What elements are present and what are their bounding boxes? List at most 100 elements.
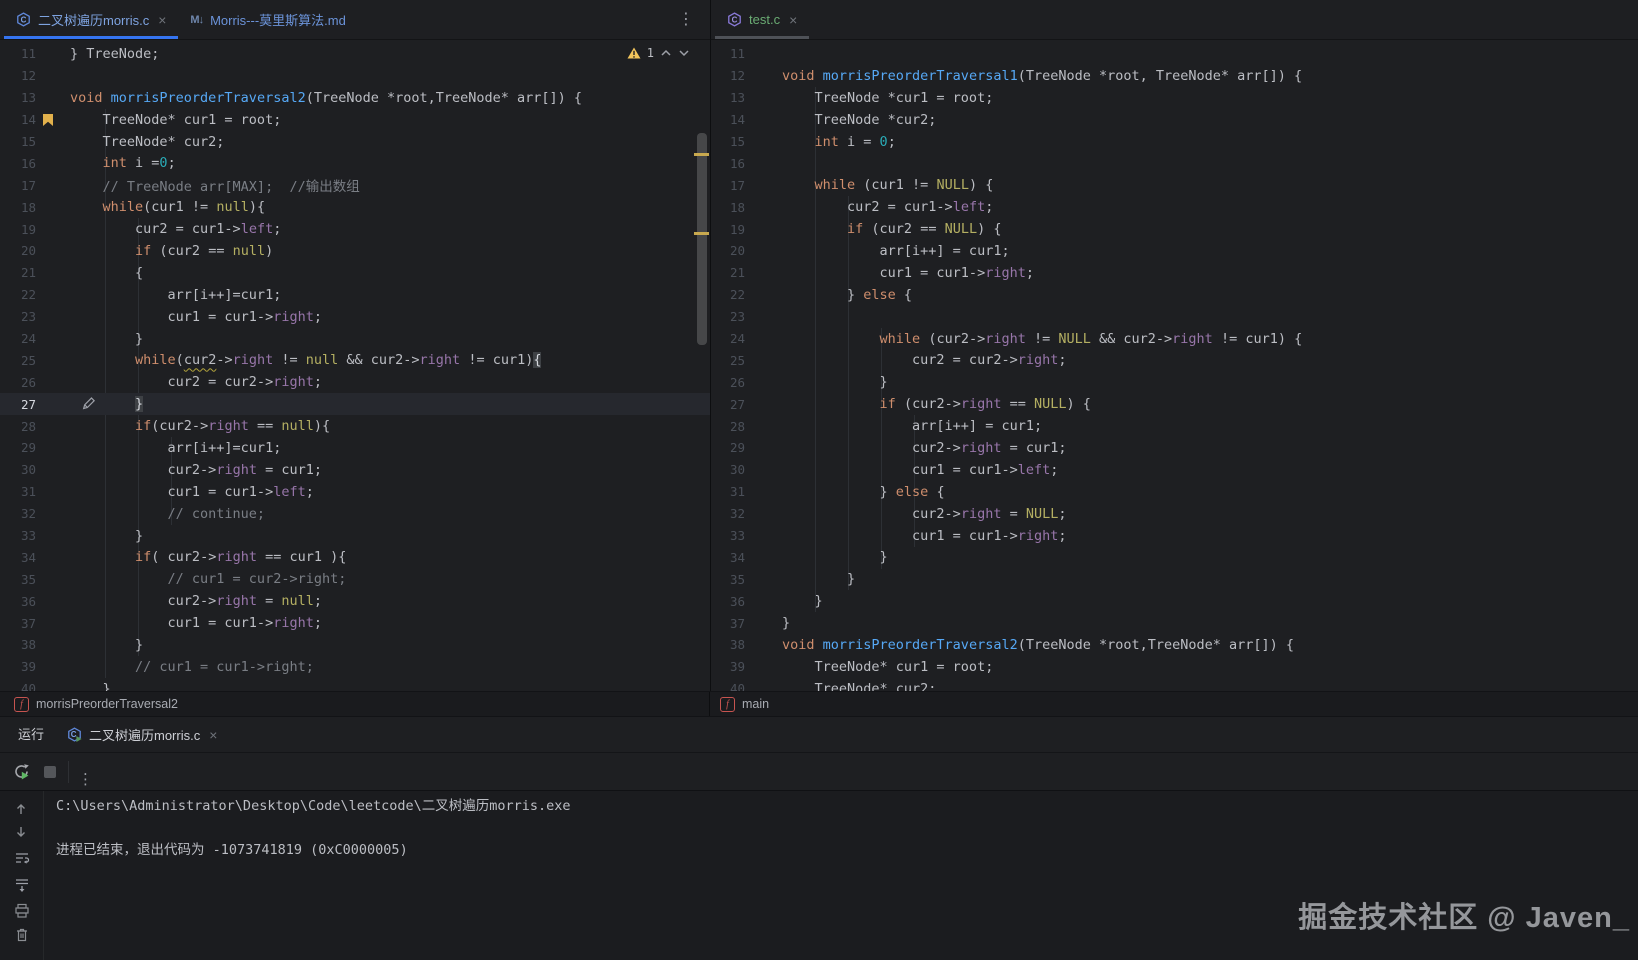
prev-warning-icon[interactable] [660, 49, 672, 57]
code-line-40[interactable]: 40 TreeNode* cur2; [711, 678, 1638, 691]
run-toolbar: ⋮ [0, 752, 1638, 791]
code-line-23[interactable]: 23 cur1 = cur1->right; [0, 306, 710, 328]
code-line-11[interactable]: 11} TreeNode; [0, 43, 710, 65]
code-text: if (cur2 == null) [70, 243, 273, 259]
code-line-38[interactable]: 38 } [0, 634, 710, 656]
code-line-34[interactable]: 34 if( cur2->right == cur1 ){ [0, 546, 710, 568]
console-output[interactable]: C:\Users\Administrator\Desktop\Code\leet… [56, 794, 1628, 860]
code-line-19[interactable]: 19 if (cur2 == NULL) { [711, 218, 1638, 240]
code-text: while (cur2->right != NULL && cur2->righ… [782, 331, 1302, 347]
close-icon[interactable]: × [158, 12, 166, 28]
code-text: arr[i++]=cur1; [70, 440, 281, 456]
code-text: } else { [782, 287, 912, 303]
code-line-37[interactable]: 37} [711, 612, 1638, 634]
close-icon[interactable]: × [789, 12, 797, 28]
svg-text:C: C [71, 729, 77, 738]
left-editor[interactable]: 1 11} TreeNode;1213void morrisPreorderTr… [0, 40, 710, 691]
scroll-down-icon[interactable] [14, 825, 28, 839]
rerun-icon[interactable] [13, 763, 30, 780]
inspection-widget[interactable]: 1 [627, 46, 690, 60]
code-line-22[interactable]: 22 arr[i++]=cur1; [0, 284, 710, 306]
run-tool-label[interactable]: 运行 [18, 717, 44, 752]
code-line-34[interactable]: 34 } [711, 546, 1638, 568]
bookmark-icon[interactable] [42, 113, 54, 127]
close-icon[interactable]: × [209, 727, 217, 743]
code-line-31[interactable]: 31 } else { [711, 481, 1638, 503]
right-editor[interactable]: 1112void morrisPreorderTraversal1(TreeNo… [710, 40, 1638, 691]
scroll-up-icon[interactable] [14, 802, 28, 816]
code-line-35[interactable]: 35 // cur1 = cur2->right; [0, 568, 710, 590]
code-line-11[interactable]: 11 [711, 43, 1638, 65]
code-line-31[interactable]: 31 cur1 = cur1->left; [0, 481, 710, 503]
code-line-30[interactable]: 30 cur2->right = cur1; [0, 459, 710, 481]
code-line-21[interactable]: 21 { [0, 262, 710, 284]
code-line-39[interactable]: 39 // cur1 = cur1->right; [0, 656, 710, 678]
scrollbar-thumb[interactable] [697, 133, 707, 345]
breadcrumb[interactable]: f morrisPreorderTraversal2 [14, 692, 178, 716]
code-line-40[interactable]: 40 } [0, 678, 710, 691]
breadcrumb[interactable]: f main [720, 692, 769, 716]
stop-icon[interactable] [44, 766, 56, 778]
more-options-icon[interactable]: ⋮ [678, 0, 694, 40]
code-line-19[interactable]: 19 cur2 = cur1->left; [0, 218, 710, 240]
code-line-20[interactable]: 20 if (cur2 == null) [0, 240, 710, 262]
scroll-to-end-icon[interactable] [14, 877, 30, 893]
code-line-27[interactable]: 27 } [0, 393, 710, 415]
run-tab[interactable]: C 二叉树遍历morris.c × [55, 717, 234, 752]
code-line-35[interactable]: 35 } [711, 568, 1638, 590]
code-line-33[interactable]: 33 } [0, 525, 710, 547]
code-line-39[interactable]: 39 TreeNode* cur1 = root; [711, 656, 1638, 678]
code-line-14[interactable]: 14 TreeNode *cur2; [711, 109, 1638, 131]
code-line-22[interactable]: 22 } else { [711, 284, 1638, 306]
code-line-29[interactable]: 29 arr[i++]=cur1; [0, 437, 710, 459]
code-text: } [70, 331, 143, 347]
code-line-26[interactable]: 26 } [711, 371, 1638, 393]
code-line-13[interactable]: 13 TreeNode *cur1 = root; [711, 87, 1638, 109]
code-line-18[interactable]: 18 cur2 = cur1->left; [711, 196, 1638, 218]
code-line-17[interactable]: 17 // TreeNode arr[MAX]; //输出数组 [0, 174, 710, 196]
code-line-20[interactable]: 20 arr[i++] = cur1; [711, 240, 1638, 262]
code-text: TreeNode* cur1 = root; [782, 659, 993, 675]
code-text: cur2->right = cur1; [70, 462, 322, 478]
print-icon[interactable] [14, 903, 30, 919]
code-line-23[interactable]: 23 [711, 306, 1638, 328]
code-line-12[interactable]: 12 [0, 65, 710, 87]
code-line-14[interactable]: 14 TreeNode* cur1 = root; [0, 109, 710, 131]
breadcrumb-bar: f morrisPreorderTraversal2 f main [0, 691, 1638, 717]
code-line-28[interactable]: 28 if(cur2->right == null){ [0, 415, 710, 437]
warning-stripe-mark[interactable] [694, 153, 709, 156]
code-line-33[interactable]: 33 cur1 = cur1->right; [711, 525, 1638, 547]
warning-stripe-mark[interactable] [694, 232, 709, 235]
tab-morris-md[interactable]: M↓ Morris---莫里斯算法.md [178, 0, 357, 39]
code-line-29[interactable]: 29 cur2->right = cur1; [711, 437, 1638, 459]
code-line-15[interactable]: 15 int i = 0; [711, 131, 1638, 153]
code-line-16[interactable]: 16 [711, 152, 1638, 174]
clear-console-icon[interactable] [14, 927, 30, 943]
code-line-38[interactable]: 38void morrisPreorderTraversal2(TreeNode… [711, 634, 1638, 656]
code-line-24[interactable]: 24 while (cur2->right != NULL && cur2->r… [711, 328, 1638, 350]
code-line-12[interactable]: 12void morrisPreorderTraversal1(TreeNode… [711, 65, 1638, 87]
code-line-18[interactable]: 18 while(cur1 != null){ [0, 196, 710, 218]
code-line-21[interactable]: 21 cur1 = cur1->right; [711, 262, 1638, 284]
inactive-tab-underline [715, 36, 809, 39]
tab-test-c[interactable]: C test.c × [715, 0, 809, 39]
code-line-25[interactable]: 25 while(cur2->right != null && cur2->ri… [0, 349, 710, 371]
code-line-27[interactable]: 27 if (cur2->right == NULL) { [711, 393, 1638, 415]
code-line-16[interactable]: 16 int i =0; [0, 152, 710, 174]
code-line-36[interactable]: 36 } [711, 590, 1638, 612]
code-line-13[interactable]: 13void morrisPreorderTraversal2(TreeNode… [0, 87, 710, 109]
code-line-30[interactable]: 30 cur1 = cur1->left; [711, 459, 1638, 481]
code-line-15[interactable]: 15 TreeNode* cur2; [0, 131, 710, 153]
code-line-32[interactable]: 32 // continue; [0, 503, 710, 525]
code-line-36[interactable]: 36 cur2->right = null; [0, 590, 710, 612]
code-line-25[interactable]: 25 cur2 = cur2->right; [711, 349, 1638, 371]
code-line-28[interactable]: 28 arr[i++] = cur1; [711, 415, 1638, 437]
next-warning-icon[interactable] [678, 49, 690, 57]
tab-morris-c[interactable]: C 二叉树遍历morris.c × [4, 0, 178, 39]
code-line-26[interactable]: 26 cur2 = cur2->right; [0, 371, 710, 393]
soft-wrap-icon[interactable] [14, 850, 30, 866]
code-line-17[interactable]: 17 while (cur1 != NULL) { [711, 174, 1638, 196]
code-line-32[interactable]: 32 cur2->right = NULL; [711, 503, 1638, 525]
code-line-24[interactable]: 24 } [0, 328, 710, 350]
code-line-37[interactable]: 37 cur1 = cur1->right; [0, 612, 710, 634]
